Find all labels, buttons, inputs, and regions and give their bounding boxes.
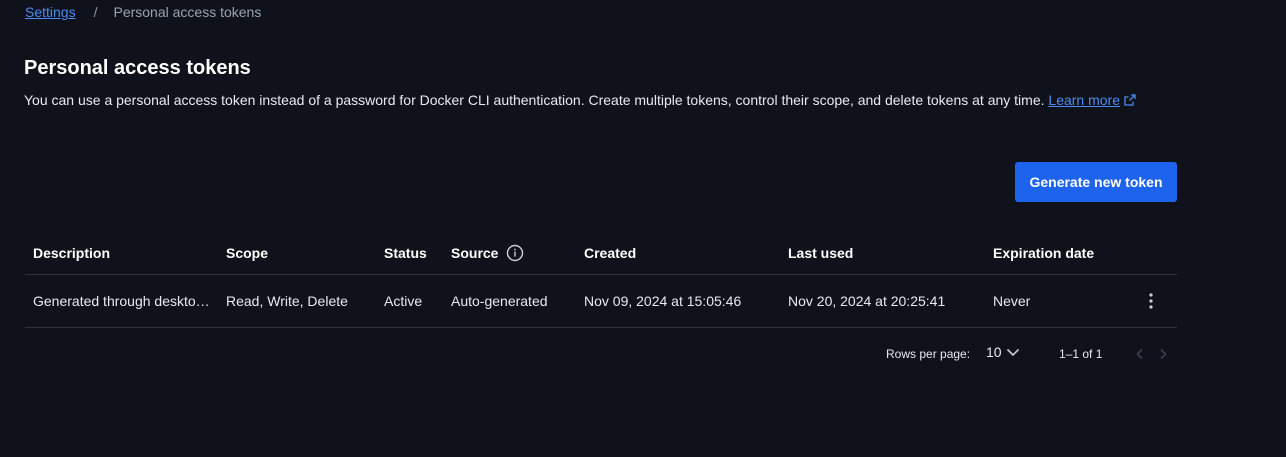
chevron-left-icon[interactable] bbox=[1132, 346, 1148, 362]
cell-last-used: Nov 20, 2024 at 20:25:41 bbox=[788, 293, 946, 309]
cell-scope: Read, Write, Delete bbox=[226, 293, 348, 309]
page: Settings / Personal access tokens Person… bbox=[0, 0, 1286, 457]
column-header-status: Status bbox=[384, 245, 427, 261]
column-header-last-used: Last used bbox=[788, 245, 854, 261]
more-vertical-icon bbox=[1149, 293, 1153, 309]
cell-expiration: Never bbox=[993, 293, 1031, 309]
table-row: Generated through deskto… Read, Write, D… bbox=[25, 275, 1177, 328]
breadcrumb: Settings / Personal access tokens bbox=[25, 3, 261, 21]
table-pagination: Rows per page: 10 1–1 of 1 bbox=[880, 344, 1177, 364]
column-header-source-label: Source bbox=[451, 245, 499, 261]
column-header-expiration: Expiration date bbox=[993, 245, 1095, 261]
column-header-created: Created bbox=[584, 245, 637, 261]
row-actions-button[interactable] bbox=[1137, 275, 1165, 327]
info-icon[interactable] bbox=[506, 244, 524, 262]
cell-created: Nov 09, 2024 at 15:05:46 bbox=[584, 293, 742, 309]
cell-description: Generated through deskto… bbox=[33, 275, 213, 327]
tokens-table: Description Scope Status Source Created … bbox=[25, 232, 1177, 328]
column-header-description: Description bbox=[33, 245, 111, 261]
pagination-range: 1–1 of 1 bbox=[1059, 347, 1103, 361]
rows-per-page-value: 10 bbox=[986, 344, 1002, 360]
cell-description-text: Generated through deskto… bbox=[33, 293, 210, 309]
cell-source: Auto-generated bbox=[451, 293, 548, 309]
generate-new-token-button[interactable]: Generate new token bbox=[1015, 162, 1177, 202]
cell-status: Active bbox=[384, 293, 423, 309]
chevron-right-icon[interactable] bbox=[1155, 346, 1171, 362]
rows-per-page-select[interactable]: 10 bbox=[986, 344, 1020, 360]
learn-more-label: Learn more bbox=[1048, 92, 1120, 108]
rows-per-page-label: Rows per page: bbox=[886, 347, 971, 361]
breadcrumb-settings-link[interactable]: Settings bbox=[25, 3, 76, 21]
page-description: You can use a personal access token inst… bbox=[24, 90, 1154, 110]
external-link-icon bbox=[1124, 94, 1136, 106]
column-header-source: Source bbox=[451, 232, 576, 274]
description-text: You can use a personal access token inst… bbox=[24, 92, 1045, 108]
learn-more-link[interactable]: Learn more bbox=[1048, 92, 1136, 108]
breadcrumb-separator: / bbox=[93, 4, 98, 20]
breadcrumb-current: Personal access tokens bbox=[113, 4, 262, 20]
chevron-down-icon bbox=[1006, 348, 1019, 357]
page-title: Personal access tokens bbox=[24, 57, 251, 79]
column-header-scope: Scope bbox=[226, 245, 269, 261]
table-header-row: Description Scope Status Source Created … bbox=[25, 232, 1177, 275]
